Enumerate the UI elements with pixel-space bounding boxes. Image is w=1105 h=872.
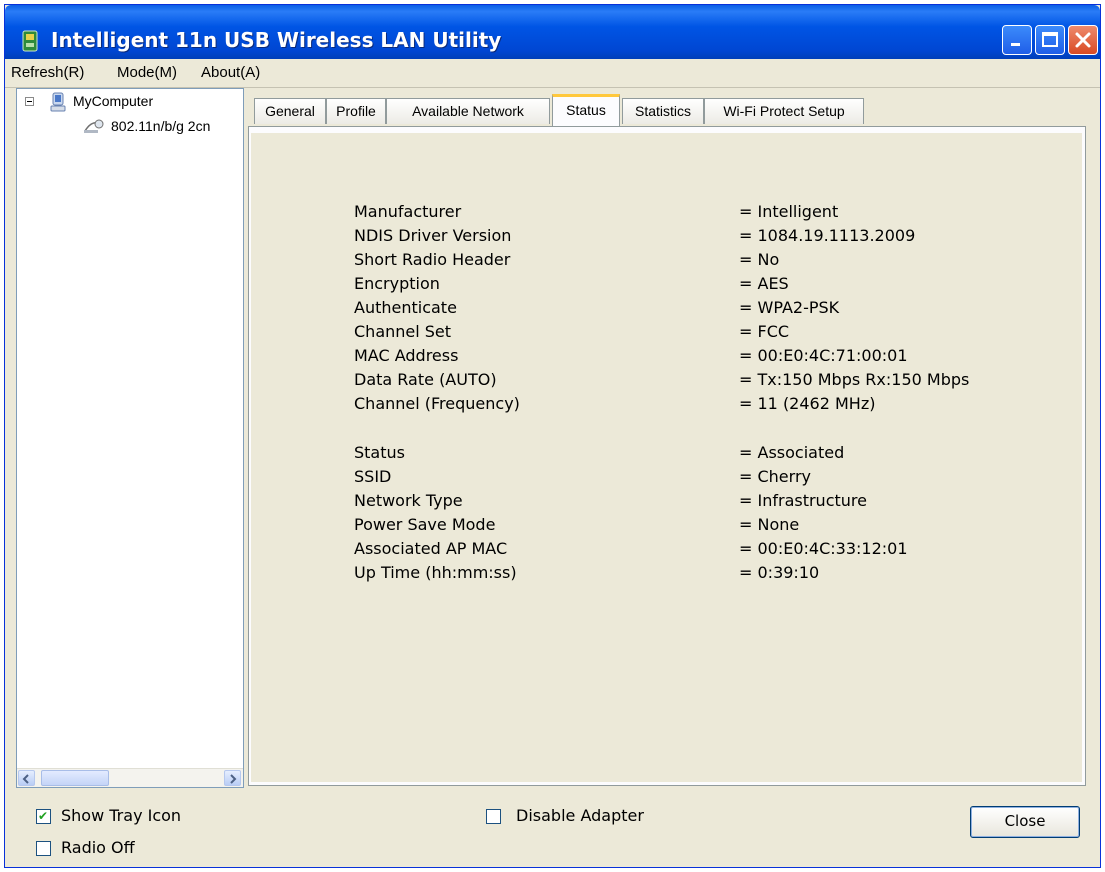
status-label-channel-set: Channel Set <box>354 322 452 341</box>
tab-general[interactable]: General <box>254 98 326 124</box>
menu-about[interactable]: About(A) <box>201 64 260 81</box>
status-label-network-type: Network Type <box>354 491 463 510</box>
status-label-ssid: SSID <box>354 467 392 486</box>
status-label-up-time: Up Time (hh:mm:ss) <box>354 563 517 582</box>
minimize-button[interactable] <box>1002 25 1032 55</box>
status-value-authenticate: = WPA2-PSK <box>739 298 840 317</box>
disable-adapter-label[interactable]: Disable Adapter <box>516 806 644 825</box>
status-label-short-radio-header: Short Radio Header <box>354 250 511 269</box>
scroll-right-button[interactable] <box>224 770 241 786</box>
radio-off-checkbox[interactable] <box>36 841 51 856</box>
tree-collapse-toggle[interactable] <box>25 97 34 106</box>
status-label-mac-address: MAC Address <box>354 346 459 365</box>
status-value-associated-ap-mac: = 00:E0:4C:33:12:01 <box>739 539 908 558</box>
status-label-encryption: Encryption <box>354 274 440 293</box>
status-label-manufacturer: Manufacturer <box>354 202 462 221</box>
status-value-encryption: = AES <box>739 274 789 293</box>
device-tree[interactable]: MyComputer 802.11n/b/g 2cn <box>16 88 244 788</box>
tree-item-mycomputer[interactable]: MyComputer <box>73 93 153 109</box>
status-label-associated-ap-mac: Associated AP MAC <box>354 539 508 558</box>
disable-adapter-checkbox[interactable] <box>486 809 501 824</box>
arrow-right-icon <box>230 774 237 784</box>
status-label-power-save-mode: Power Save Mode <box>354 515 496 534</box>
menu-mode[interactable]: Mode(M) <box>117 64 177 81</box>
status-value-power-save-mode: = None <box>739 515 800 534</box>
tab-status[interactable]: Status <box>552 94 620 126</box>
status-value-mac-address: = 00:E0:4C:71:00:01 <box>739 346 908 365</box>
close-window-button[interactable] <box>1068 25 1098 55</box>
status-value-short-radio-header: = No <box>739 250 780 269</box>
menu-refresh[interactable]: Refresh(R) <box>11 64 84 81</box>
wireless-adapter-icon <box>84 119 104 133</box>
status-value-status: = Associated <box>739 443 845 462</box>
tab-statistics[interactable]: Statistics <box>622 98 704 124</box>
status-label-ndis-driver-version: NDIS Driver Version <box>354 226 512 245</box>
status-panel-body: Manufacturer = Intelligent NDIS Driver V… <box>251 133 1082 782</box>
status-value-up-time: = 0:39:10 <box>739 563 820 582</box>
scroll-left-button[interactable] <box>18 770 35 786</box>
menu-bar: Refresh(R) Mode(M) About(A) <box>5 59 1100 88</box>
status-value-ndis-driver-version: = 1084.19.1113.2009 <box>739 226 916 245</box>
status-value-manufacturer: = Intelligent <box>739 202 839 221</box>
minimize-icon <box>1011 43 1020 46</box>
tab-profile[interactable]: Profile <box>326 98 386 124</box>
title-bar[interactable]: Intelligent 11n USB Wireless LAN Utility <box>5 5 1100 59</box>
tree-horizontal-scrollbar[interactable] <box>17 768 243 787</box>
status-value-ssid: = Cherry <box>739 467 811 486</box>
show-tray-icon-label[interactable]: Show Tray Icon <box>61 806 181 825</box>
arrow-left-icon <box>22 774 29 784</box>
status-label-channel-frequency: Channel (Frequency) <box>354 394 520 413</box>
tree-item-adapter[interactable]: 802.11n/b/g 2cn <box>111 118 210 134</box>
status-value-data-rate: = Tx:150 Mbps Rx:150 Mbps <box>739 370 970 389</box>
wireless-utility-icon <box>22 30 38 52</box>
status-label-authenticate: Authenticate <box>354 298 457 317</box>
radio-off-label[interactable]: Radio Off <box>61 838 135 857</box>
checkmark-icon: ✔ <box>38 809 49 823</box>
close-icon <box>1075 32 1091 48</box>
close-button[interactable]: Close <box>970 806 1080 838</box>
show-tray-icon-checkbox[interactable]: ✔ <box>36 809 51 824</box>
status-value-network-type: = Infrastructure <box>739 491 867 510</box>
maximize-icon <box>1042 32 1058 47</box>
maximize-button[interactable] <box>1035 25 1065 55</box>
status-panel: Manufacturer = Intelligent NDIS Driver V… <box>248 126 1086 786</box>
scroll-thumb[interactable] <box>41 770 109 786</box>
status-label-status: Status <box>354 443 405 462</box>
status-label-data-rate: Data Rate (AUTO) <box>354 370 497 389</box>
tab-wifi-protect-setup[interactable]: Wi-Fi Protect Setup <box>704 98 864 124</box>
computer-icon <box>50 92 66 112</box>
status-value-channel-set: = FCC <box>739 322 790 341</box>
window-title: Intelligent 11n USB Wireless LAN Utility <box>51 28 502 52</box>
tab-available-network[interactable]: Available Network <box>386 98 550 124</box>
status-value-channel-frequency: = 11 (2462 MHz) <box>739 394 876 413</box>
